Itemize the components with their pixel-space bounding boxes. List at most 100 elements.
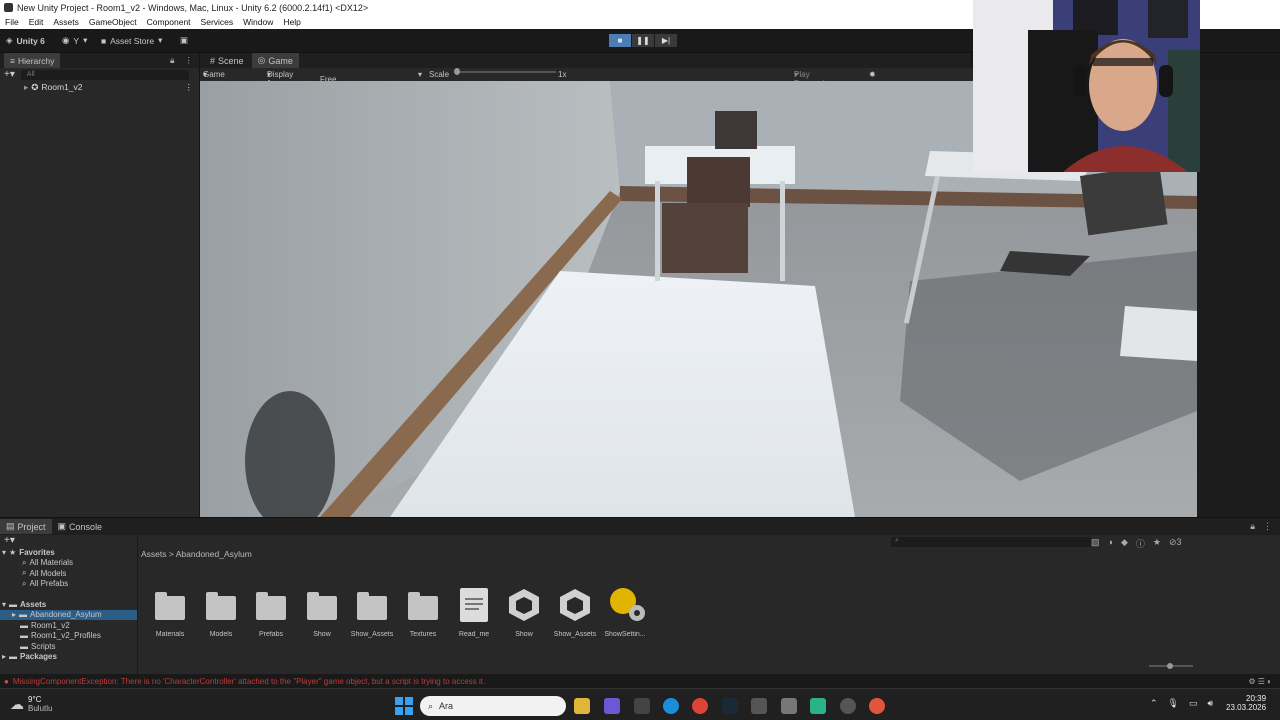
step-button[interactable]: ▶|: [655, 34, 677, 47]
volume-icon[interactable]: 🔊︎: [1208, 698, 1214, 709]
icon-size-slider-handle[interactable]: [1167, 663, 1173, 669]
tree-packages[interactable]: ▸ ▬ Packages: [0, 652, 137, 663]
tab-scene[interactable]: # Scene: [204, 53, 250, 68]
breadcrumb-assets[interactable]: Assets: [141, 549, 167, 559]
unity-editor-icon[interactable]: [781, 698, 797, 714]
menu-window[interactable]: Window: [243, 17, 273, 27]
asset-item[interactable]: ShowSettin...: [600, 588, 650, 638]
lock-icon[interactable]: 🔒︎: [1250, 521, 1255, 532]
tree-favorite-item[interactable]: ⌕ All Materials: [0, 558, 137, 569]
folder-icon: [206, 592, 236, 620]
folder-icon: ▤: [6, 521, 15, 531]
tree-folder-abandoned-asylum[interactable]: ▸ ▬ Abandoned_Asylum: [0, 609, 137, 620]
tree-favorite-item[interactable]: ⌕ All Models: [0, 568, 137, 579]
gizmo-icon[interactable]: ✹: [869, 70, 876, 79]
file-explorer-icon[interactable]: [574, 698, 590, 714]
menu-assets[interactable]: Assets: [53, 17, 79, 27]
asset-store-button[interactable]: ■ Asset Store ▾: [101, 35, 162, 46]
scale-slider-handle[interactable]: [454, 68, 460, 75]
folder-icon: ▬: [9, 599, 18, 609]
asset-item[interactable]: Show: [499, 588, 549, 638]
add-icon[interactable]: +▾: [4, 69, 15, 80]
menu-file[interactable]: File: [5, 17, 19, 27]
game-view-margin: [1197, 81, 1280, 517]
console-status-bar[interactable]: ● MissingComponentException: There is no…: [0, 674, 1280, 688]
taskbar-search-input[interactable]: ⌕ Ara: [420, 696, 566, 716]
app-icon[interactable]: [810, 698, 826, 714]
unity-hub-icon[interactable]: [751, 698, 767, 714]
clock[interactable]: 20:39 23.03.2026: [1226, 694, 1266, 712]
folder-icon: [155, 592, 185, 620]
game-mode-dropdown[interactable]: Game ▾: [203, 70, 225, 79]
tab-console[interactable]: ▣ Console: [52, 519, 109, 534]
webcam-image: [973, 0, 1200, 172]
create-button[interactable]: +▾: [0, 535, 137, 547]
edge-icon[interactable]: [663, 698, 679, 714]
tree-folder-room1[interactable]: ▬ Room1_v2: [0, 620, 137, 631]
tree-favorite-item[interactable]: ⌕ All Prefabs: [0, 579, 137, 590]
tree-folder-scripts[interactable]: ▬ Scripts: [0, 641, 137, 652]
network-icon[interactable]: ▭: [1189, 698, 1198, 709]
asset-item[interactable]: Textures: [398, 588, 448, 638]
type-filter-icon[interactable]: ◑: [1108, 537, 1113, 550]
scale-slider[interactable]: [456, 71, 556, 73]
scale-value: 1x: [558, 70, 567, 79]
kebab-menu-icon[interactable]: ⋮: [1263, 521, 1272, 532]
cloud-icon: ☁: [10, 695, 24, 712]
kebab-menu-icon[interactable]: ⋮: [185, 82, 194, 93]
microphone-icon[interactable]: 🎙︎: [1168, 698, 1179, 709]
project-panel: ▤ Project ▣ Console 🔒︎ ⋮ +▾ ▾ ★ Favorite…: [0, 517, 1280, 675]
app-icon[interactable]: [869, 698, 885, 714]
asset-item[interactable]: Materials: [145, 588, 195, 638]
menu-gameobject[interactable]: GameObject: [89, 17, 137, 27]
hierarchy-item-room1[interactable]: ▸ ✪ Room1_v2 ⋮: [0, 81, 199, 93]
asset-item[interactable]: Prefabs: [246, 588, 296, 638]
folder-icon: ▬: [20, 631, 28, 641]
chevron-down-icon: ▾: [158, 35, 163, 45]
steam-icon[interactable]: [722, 698, 738, 714]
stop-button[interactable]: ■: [609, 34, 631, 47]
asset-item[interactable]: Models: [196, 588, 246, 638]
tree-favorites[interactable]: ▾ ★ Favorites: [0, 547, 137, 558]
weather-widget[interactable]: ☁ 9°C Bulutlu: [10, 695, 52, 713]
tree-assets[interactable]: ▾ ▬ Assets: [0, 599, 137, 610]
tab-hierarchy[interactable]: ≡ Hierarchy: [4, 53, 61, 68]
store-icon[interactable]: [634, 698, 650, 714]
menu-component[interactable]: Component: [147, 17, 191, 27]
info-icon[interactable]: ⓘ: [1136, 537, 1145, 550]
tab-project[interactable]: ▤ Project: [0, 519, 52, 534]
copilot-icon[interactable]: [604, 698, 620, 714]
obs-icon[interactable]: [840, 698, 856, 714]
menu-edit[interactable]: Edit: [29, 17, 44, 27]
breadcrumb-current[interactable]: Abandoned_Asylum: [176, 549, 252, 559]
asset-item[interactable]: Show_Assets: [347, 588, 397, 638]
label-filter-icon[interactable]: ◆: [1121, 537, 1128, 550]
asset-item[interactable]: Read_me: [449, 588, 499, 638]
project-tabbar: ▤ Project ▣ Console 🔒︎ ⋮: [0, 518, 1280, 535]
chrome-icon[interactable]: [692, 698, 708, 714]
display-dropdown[interactable]: Display 1 ▾: [267, 70, 293, 88]
tree-folder-room1-profiles[interactable]: ▬ Room1_v2_Profiles: [0, 631, 137, 642]
favorite-icon[interactable]: ★: [1153, 537, 1161, 550]
pause-button[interactable]: ❚❚: [632, 34, 654, 47]
menu-help[interactable]: Help: [283, 17, 300, 27]
layers-icon[interactable]: ▣: [180, 35, 188, 46]
account-button[interactable]: ◈ Unity 6: [6, 35, 45, 46]
user-dropdown[interactable]: ◉ Y ▾: [62, 35, 87, 46]
windows-start-icon[interactable]: [395, 697, 413, 715]
chevron-up-icon[interactable]: ⌃: [1150, 698, 1158, 709]
search-icon: ⌕: [22, 557, 27, 567]
folder-icon: [307, 592, 337, 620]
lock-icon[interactable]: 🔒︎: [170, 55, 175, 66]
play-focus-dropdown[interactable]: Play Focused ▾: [794, 70, 825, 88]
tab-game[interactable]: ◎ Game: [251, 53, 299, 68]
menu-services[interactable]: Services: [201, 17, 234, 27]
hierarchy-search-input[interactable]: All: [20, 69, 189, 80]
filter-icon[interactable]: ▧: [1091, 537, 1100, 550]
asset-item[interactable]: Show: [297, 588, 347, 638]
windows-taskbar: ☁ 9°C Bulutlu ⌕ Ara ⌃ 🎙︎ ▭ 🔊︎ 20:39 23.0…: [0, 688, 1280, 720]
project-search-input[interactable]: ⌕: [891, 537, 1091, 547]
kebab-menu-icon[interactable]: ⋮: [185, 55, 194, 66]
folder-icon: [357, 592, 387, 620]
asset-item[interactable]: Show_Assets: [550, 588, 600, 638]
